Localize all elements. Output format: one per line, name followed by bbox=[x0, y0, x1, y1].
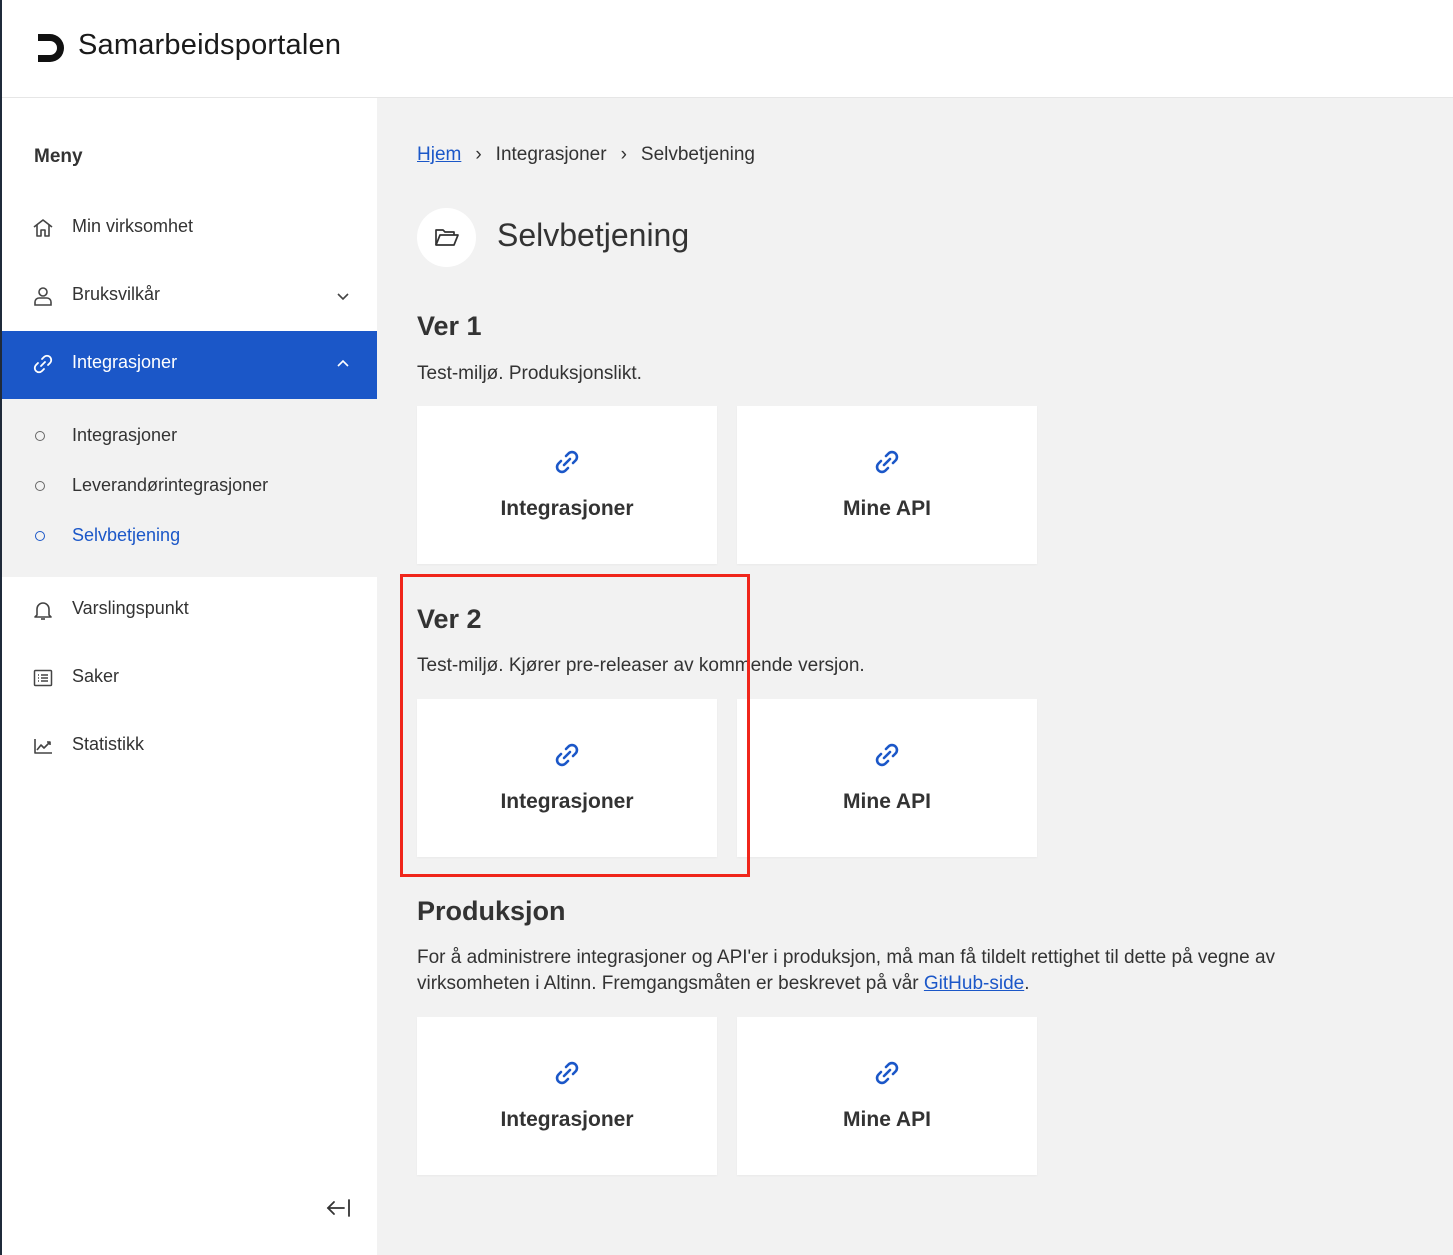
card-label: Mine API bbox=[843, 497, 931, 520]
sidebar-item-integrasjoner[interactable]: Integrasjoner bbox=[2, 331, 377, 399]
top-header: Samarbeidsportalen bbox=[0, 0, 1453, 98]
card-ver1-integrasjoner[interactable]: Integrasjoner bbox=[417, 406, 717, 564]
chevron-up-icon[interactable] bbox=[335, 356, 351, 372]
bullet-icon bbox=[35, 531, 45, 541]
link-icon bbox=[555, 743, 579, 767]
card-ver1-mine-api[interactable]: Mine API bbox=[737, 406, 1037, 564]
breadcrumb-current: Selvbetjening bbox=[640, 144, 755, 165]
subitem-label: Leverandørintegrasjoner bbox=[72, 475, 269, 495]
main-content: Hjem › Integrasjoner › Selvbetjening Selvbet… bbox=[377, 98, 1453, 1255]
card-label: Integrasjoner bbox=[500, 1108, 634, 1131]
breadcrumb: Hjem › Integrasjoner › Selvbetjening bbox=[417, 144, 755, 166]
github-link[interactable]: GitHub-side bbox=[924, 973, 1024, 994]
card-prod-mine-api[interactable]: Mine API bbox=[737, 1017, 1037, 1175]
sidebar-item-label: Statistikk bbox=[72, 734, 145, 754]
link-icon bbox=[33, 354, 53, 374]
desc-line1: For å administrere integrasjoner og API'… bbox=[417, 947, 1276, 968]
sidebar-item-label: Saker bbox=[72, 666, 120, 686]
card-label: Integrasjoner bbox=[500, 790, 634, 813]
bell-icon bbox=[34, 602, 52, 620]
subitem-selvbetjening[interactable]: Selvbetjening bbox=[2, 513, 377, 563]
list-icon bbox=[33, 669, 53, 687]
sidebar-item-min-virksomhet[interactable]: Min virksomhet bbox=[2, 195, 377, 263]
sidebar-item-label: Varslingspunkt bbox=[72, 598, 189, 618]
page-icon bbox=[417, 208, 476, 267]
link-icon bbox=[875, 450, 899, 474]
section-title-ver2: Ver 2 bbox=[417, 604, 482, 634]
link-icon bbox=[555, 450, 579, 474]
subitem-integrasjoner[interactable]: Integrasjoner bbox=[2, 413, 377, 463]
sidebar-item-label: Min virksomhet bbox=[72, 216, 194, 236]
window-edge bbox=[0, 0, 2, 98]
integrasjoner-submenu: Integrasjoner Leverandørintegrasjoner Se… bbox=[2, 399, 377, 577]
folder-open-icon bbox=[435, 229, 459, 246]
subitem-leverandorintegrasjoner[interactable]: Leverandørintegrasjoner bbox=[2, 463, 377, 513]
home-icon bbox=[33, 219, 53, 237]
breadcrumb-separator: › bbox=[620, 144, 627, 165]
menu-title: Meny bbox=[34, 146, 83, 167]
collapse-sidebar-icon[interactable] bbox=[324, 1196, 354, 1220]
link-icon bbox=[555, 1061, 579, 1085]
chart-icon bbox=[34, 739, 52, 754]
section-desc-produksjon: For å administrere integrasjoner og API'… bbox=[417, 945, 1417, 997]
card-ver2-mine-api[interactable]: Mine API bbox=[737, 699, 1037, 857]
desc-end: . bbox=[1024, 973, 1030, 994]
link-icon bbox=[875, 1061, 899, 1085]
sidebar-item-varslingspunkt[interactable]: Varslingspunkt bbox=[2, 577, 377, 645]
card-label: Mine API bbox=[843, 1108, 931, 1131]
card-label: Integrasjoner bbox=[500, 497, 634, 520]
chevron-down-icon[interactable] bbox=[335, 288, 351, 304]
desc-line2: virksomheten i Altinn. Fremgangsmåten er… bbox=[417, 973, 924, 994]
link-icon bbox=[875, 743, 899, 767]
sidebar-item-label: Integrasjoner bbox=[72, 352, 178, 372]
sidebar-item-statistikk[interactable]: Statistikk bbox=[2, 713, 377, 781]
sidebar-item-label: Bruksvilkår bbox=[72, 284, 161, 304]
card-prod-integrasjoner[interactable]: Integrasjoner bbox=[417, 1017, 717, 1175]
bullet-icon bbox=[35, 481, 45, 491]
subitem-label: Integrasjoner bbox=[72, 425, 178, 445]
sidebar-item-saker[interactable]: Saker bbox=[2, 645, 377, 713]
section-desc-ver2: Test-miljø. Kjører pre-releaser av komme… bbox=[417, 655, 865, 676]
user-icon bbox=[34, 287, 52, 306]
sidebar: Meny Min virksomhet Bruksvilkår Integras… bbox=[0, 98, 377, 1255]
breadcrumb-integrasjoner[interactable]: Integrasjoner bbox=[496, 144, 607, 165]
breadcrumb-separator: › bbox=[475, 144, 482, 165]
card-label: Mine API bbox=[843, 790, 931, 813]
page-title: Selvbetjening bbox=[497, 217, 690, 253]
digdir-logo-icon[interactable] bbox=[34, 31, 68, 65]
app-title[interactable]: Samarbeidsportalen bbox=[78, 29, 341, 62]
card-ver2-integrasjoner[interactable]: Integrasjoner bbox=[417, 699, 717, 857]
breadcrumb-home-link[interactable]: Hjem bbox=[417, 144, 461, 165]
section-desc-ver1: Test-miljø. Produksjonslikt. bbox=[417, 363, 642, 384]
section-title-produksjon: Produksjon bbox=[417, 896, 566, 926]
sidebar-item-bruksvilkar[interactable]: Bruksvilkår bbox=[2, 263, 377, 331]
subitem-label: Selvbetjening bbox=[72, 525, 181, 545]
section-title-ver1: Ver 1 bbox=[417, 311, 482, 341]
bullet-icon bbox=[35, 431, 45, 441]
